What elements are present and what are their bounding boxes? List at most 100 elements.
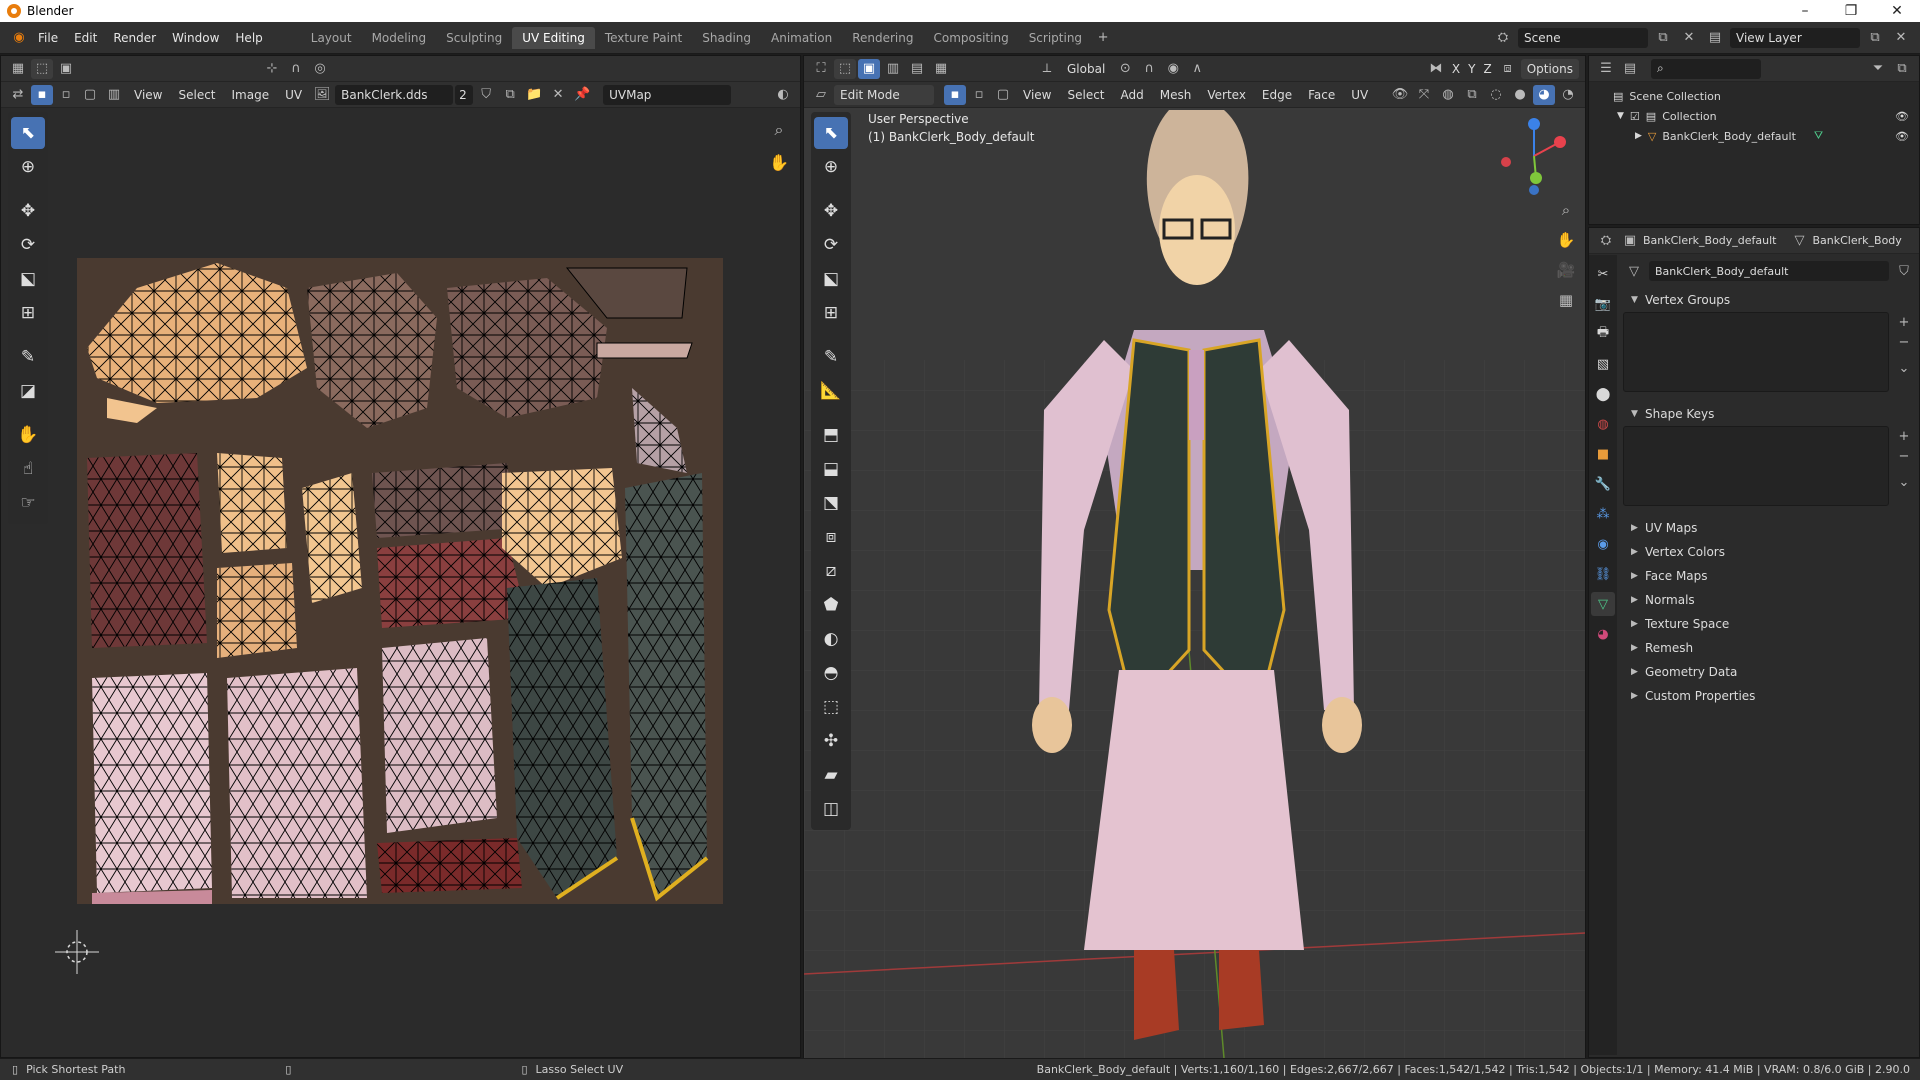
- uv-edge-mode-icon[interactable]: ▫: [55, 85, 77, 105]
- mode-icon[interactable]: ▱: [810, 85, 832, 105]
- scene-tab-icon[interactable]: ⬤: [1591, 382, 1615, 406]
- gizmo-y-icon[interactable]: [1530, 172, 1542, 184]
- outliner-object-row[interactable]: ▶ ▽ BankClerk_Body_default ⛛ 👁: [1589, 126, 1919, 146]
- mesh-browse-icon[interactable]: ▽: [1623, 261, 1645, 281]
- shape-keys-list[interactable]: [1623, 426, 1889, 506]
- relax-sculpt-icon[interactable]: ☝: [11, 453, 45, 485]
- tab-animation[interactable]: Animation: [761, 27, 842, 49]
- unlink-image-icon[interactable]: ✕: [547, 85, 569, 105]
- gizmo-z-icon[interactable]: [1528, 118, 1540, 130]
- transform-tool-icon[interactable]: ⊞: [11, 297, 45, 329]
- gizmo-x-icon[interactable]: [1554, 136, 1566, 148]
- face-select-icon[interactable]: ▢: [992, 85, 1014, 105]
- uv-2d-cursor-icon[interactable]: [51, 926, 103, 978]
- vp-menu-mesh[interactable]: Mesh: [1153, 88, 1199, 102]
- scale-tool-icon[interactable]: ⬕: [11, 263, 45, 295]
- edge-slide-tool-icon[interactable]: ⬚: [814, 691, 848, 723]
- annotate-tool-icon[interactable]: ✎: [11, 341, 45, 373]
- vp-annotate-tool-icon[interactable]: ✎: [814, 341, 848, 373]
- falloff-icon[interactable]: ∧: [1186, 59, 1208, 79]
- tab-compositing[interactable]: Compositing: [923, 27, 1018, 49]
- vp-move-tool-icon[interactable]: ✥: [814, 195, 848, 227]
- filter-icon[interactable]: ⏷: [1867, 59, 1889, 79]
- select-mode-icon[interactable]: ▣: [55, 59, 77, 79]
- pan-hand-icon[interactable]: ✋: [765, 148, 793, 176]
- uv-menu-view[interactable]: View: [127, 88, 169, 102]
- mirror-z-button[interactable]: Z: [1480, 62, 1494, 76]
- tab-scripting[interactable]: Scripting: [1019, 27, 1092, 49]
- camera-view-icon[interactable]: 🎥: [1552, 256, 1580, 284]
- viewport-scene[interactable]: [804, 110, 1585, 1058]
- spin-tool-icon[interactable]: ◐: [814, 623, 848, 655]
- orientation-dropdown[interactable]: Global: [1060, 62, 1112, 76]
- outliner-collection[interactable]: ▼ ☑ ▤ Collection 👁: [1589, 106, 1919, 126]
- outliner-scene-collection[interactable]: ▤ Scene Collection: [1589, 86, 1919, 106]
- add-shape-key-icon[interactable]: +: [1893, 426, 1915, 446]
- loop-cut-tool-icon[interactable]: ⧈: [814, 521, 848, 553]
- vp-menu-face[interactable]: Face: [1301, 88, 1342, 102]
- rip-tool-icon[interactable]: ◪: [11, 375, 45, 407]
- options-dropdown[interactable]: Options: [1520, 58, 1579, 79]
- uv-sync-icon[interactable]: ⇄: [7, 85, 29, 105]
- vp-measure-tool-icon[interactable]: 📐: [814, 375, 848, 407]
- panel-vertex-groups[interactable]: ▼ Vertex Groups: [1623, 288, 1915, 312]
- panel-face-maps[interactable]: ▶ Face Maps: [1623, 564, 1915, 588]
- physics-tab-icon[interactable]: ◉: [1591, 532, 1615, 556]
- image-name-field[interactable]: BankClerk.dds: [335, 84, 454, 105]
- close-icon[interactable]: ✕: [1874, 3, 1920, 19]
- pivot-icon[interactable]: ⊹: [261, 59, 283, 79]
- tab-rendering[interactable]: Rendering: [842, 27, 923, 49]
- inset-tool-icon[interactable]: ⬓: [814, 453, 848, 485]
- xray-icon[interactable]: ⧉: [1461, 85, 1483, 105]
- panel-shape-keys[interactable]: ▼ Shape Keys: [1623, 402, 1915, 426]
- expand-object-icon[interactable]: ▶: [1635, 131, 1642, 141]
- panel-geometry-data[interactable]: ▶ Geometry Data: [1623, 660, 1915, 684]
- material-tab-icon[interactable]: ◕: [1591, 622, 1615, 646]
- uv-map-field[interactable]: UVMap: [603, 84, 732, 105]
- vp-zoom-icon[interactable]: ⌕: [1552, 196, 1580, 224]
- constraints-tab-icon[interactable]: ⛓: [1591, 562, 1615, 586]
- select-tool-icon[interactable]: ⬚: [31, 58, 53, 79]
- tab-texture-paint[interactable]: Texture Paint: [595, 27, 692, 49]
- select-new-icon[interactable]: ▣: [858, 58, 880, 79]
- shear-tool-icon[interactable]: ▰: [814, 759, 848, 791]
- grab-sculpt-icon[interactable]: ✋: [11, 419, 45, 451]
- vertex-select-icon[interactable]: ▪: [944, 84, 966, 105]
- uv-vertex-mode-icon[interactable]: ▪: [31, 84, 53, 105]
- ortho-toggle-icon[interactable]: ▦: [1552, 286, 1580, 314]
- view-layer-icon[interactable]: ▤: [1704, 28, 1726, 48]
- gizmo-icon[interactable]: ⤧: [1413, 85, 1435, 105]
- rotate-tool-icon[interactable]: ⟳: [11, 229, 45, 261]
- snap-icon[interactable]: ∩: [285, 59, 307, 79]
- tab-modeling[interactable]: Modeling: [362, 27, 437, 49]
- tab-shading[interactable]: Shading: [692, 27, 761, 49]
- vp-menu-view[interactable]: View: [1016, 88, 1058, 102]
- vp-cursor-tool-icon[interactable]: ⊕: [814, 151, 848, 183]
- select-extend-icon[interactable]: ▥: [882, 59, 904, 79]
- modifiers-tab-icon[interactable]: 🔧: [1591, 472, 1615, 496]
- pin-icon[interactable]: 📌: [571, 85, 593, 105]
- collection-visibility-icon[interactable]: 👁: [1895, 110, 1909, 123]
- auto-merge-icon[interactable]: ⧈: [1497, 59, 1519, 79]
- mesh-data-icon[interactable]: ⛛: [1814, 129, 1823, 143]
- view-layer-tab-icon[interactable]: ▧: [1591, 352, 1615, 376]
- restore-icon[interactable]: ❐: [1828, 3, 1874, 19]
- world-tab-icon[interactable]: ◍: [1591, 412, 1615, 436]
- panel-texture-space[interactable]: ▶ Texture Space: [1623, 612, 1915, 636]
- rip-region-tool-icon[interactable]: ◫: [814, 793, 848, 825]
- uv-menu-image[interactable]: Image: [225, 88, 277, 102]
- wireframe-shading-icon[interactable]: ◌: [1485, 85, 1507, 105]
- menu-render[interactable]: Render: [105, 31, 164, 45]
- panel-remesh[interactable]: ▶ Remesh: [1623, 636, 1915, 660]
- display-mode-icon[interactable]: ▤: [1619, 59, 1641, 79]
- add-workspace-icon[interactable]: +: [1092, 28, 1114, 48]
- mesh-fake-user-icon[interactable]: ⛉: [1893, 261, 1915, 281]
- visibility-icon[interactable]: 👁: [1389, 85, 1411, 105]
- menu-help[interactable]: Help: [227, 31, 270, 45]
- bevel-tool-icon[interactable]: ⬔: [814, 487, 848, 519]
- cursor-tool-icon[interactable]: ⊕: [11, 151, 45, 183]
- tab-sculpting[interactable]: Sculpting: [436, 27, 512, 49]
- remove-vertex-group-icon[interactable]: −: [1893, 332, 1915, 352]
- zoom-icon[interactable]: ⌕: [765, 116, 793, 144]
- panel-uv-maps[interactable]: ▶ UV Maps: [1623, 516, 1915, 540]
